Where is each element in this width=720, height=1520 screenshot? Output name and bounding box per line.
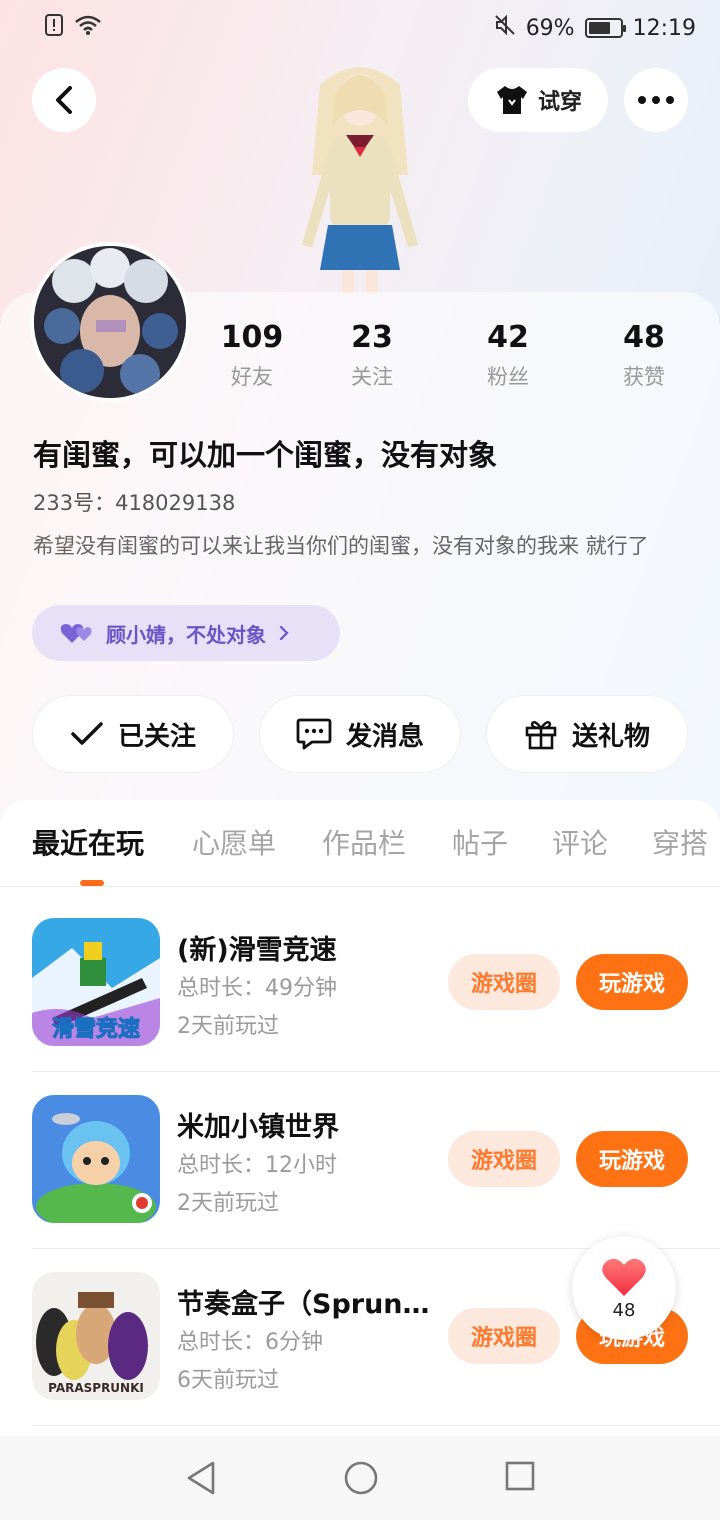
game-circle-button[interactable]: 游戏圈: [448, 1308, 560, 1364]
profile-name: 有闺蜜，可以加一个闺蜜，没有对象: [33, 438, 498, 472]
tab-posts[interactable]: 帖子: [452, 822, 508, 862]
wifi-icon: [74, 14, 102, 42]
game-title: 米加小镇世界: [177, 1112, 339, 1143]
game-title: (新)滑雪竞速: [177, 935, 337, 966]
chevron-right-icon: [279, 625, 289, 641]
status-bar: 69% 12:19: [0, 0, 720, 56]
like-fab[interactable]: 48: [572, 1236, 676, 1340]
follow-label: 已关注: [117, 721, 196, 752]
triangle-back-icon: [187, 1461, 215, 1495]
square-recents-icon: [505, 1461, 535, 1491]
stat-friends[interactable]: 109 好友: [202, 320, 302, 391]
battery-percent: 69%: [525, 15, 575, 41]
stat-value: 48: [623, 320, 665, 355]
tab-works[interactable]: 作品栏: [322, 822, 406, 862]
game-title: 节奏盒子（Sprunki...: [177, 1289, 435, 1320]
relationship-tag-label: 顾小婧，不处对象: [106, 622, 266, 647]
stat-value: 109: [220, 320, 284, 355]
stat-fans[interactable]: 42 粉丝: [458, 320, 558, 391]
game-duration: 总时长：49分钟: [177, 976, 337, 1001]
game-circle-button[interactable]: 游戏圈: [448, 954, 560, 1010]
stat-likes[interactable]: 48 获赞: [594, 320, 694, 391]
message-button[interactable]: 发消息: [259, 695, 461, 773]
stat-label: 关注: [351, 365, 393, 389]
tab-wishlist[interactable]: 心愿单: [192, 822, 276, 862]
game-icon-sprunki: PARASPRUNKI: [32, 1272, 160, 1400]
tab-comments[interactable]: 评论: [552, 822, 608, 862]
circle-home-icon: [344, 1461, 378, 1495]
like-count: 48: [612, 1299, 636, 1321]
play-game-button[interactable]: 玩游戏: [576, 954, 688, 1010]
relationship-tag[interactable]: 顾小婧，不处对象: [32, 605, 340, 661]
more-dots-icon: [638, 96, 674, 104]
more-button[interactable]: [624, 68, 688, 132]
mute-icon: [494, 14, 516, 42]
tab-bar: 最近在玩 心愿单 作品栏 帖子 评论 穿搭: [0, 822, 720, 886]
try-on-label: 试穿: [537, 90, 582, 115]
list-item[interactable]: 滑雪竞速 (新)滑雪竞速 总时长：49分钟 2天前玩过 游戏圈 玩游戏: [32, 918, 720, 1095]
stat-value: 23: [351, 320, 393, 355]
nav-home-button[interactable]: [343, 1460, 379, 1500]
divider: [32, 1425, 720, 1426]
avatar-character-image: [280, 55, 440, 295]
gift-icon: [525, 721, 557, 750]
game-duration: 总时长：12小时: [177, 1153, 337, 1178]
game-last-played: 2天前玩过: [177, 1191, 279, 1216]
hearts-icon: [60, 624, 92, 643]
follow-button[interactable]: 已关注: [32, 695, 234, 773]
game-icon-text: 滑雪竞速: [52, 1016, 140, 1042]
stat-label: 粉丝: [487, 365, 529, 389]
tab-recent[interactable]: 最近在玩: [32, 822, 144, 862]
heart-icon: [602, 1258, 646, 1296]
avatar[interactable]: [30, 242, 190, 402]
game-circle-button[interactable]: 游戏圈: [448, 1131, 560, 1187]
stat-value: 42: [487, 320, 529, 355]
game-icon-ski: 滑雪竞速: [32, 918, 160, 1046]
gift-label: 送礼物: [571, 721, 650, 752]
divider: [0, 886, 720, 887]
tab-outfits[interactable]: 穿搭: [652, 822, 708, 862]
back-button[interactable]: [32, 68, 96, 132]
game-icon-text: PARASPRUNKI: [48, 1381, 144, 1395]
game-duration: 总时长：6分钟: [177, 1330, 323, 1355]
stat-following[interactable]: 23 关注: [322, 320, 422, 391]
shirt-icon: [496, 86, 527, 114]
chat-bubble-icon: [296, 718, 332, 750]
divider: [32, 1071, 720, 1072]
game-last-played: 2天前玩过: [177, 1014, 279, 1039]
nav-back-button[interactable]: [185, 1460, 217, 1500]
play-game-button[interactable]: 玩游戏: [576, 1131, 688, 1187]
alert-icon: [44, 14, 64, 42]
battery-icon: [584, 18, 626, 38]
nav-recents-button[interactable]: [504, 1460, 536, 1496]
check-icon: [71, 722, 103, 745]
clock: 12:19: [632, 15, 696, 41]
try-on-button[interactable]: 试穿: [468, 68, 608, 132]
stat-label: 获赞: [623, 365, 665, 389]
system-nav-bar: [0, 1436, 720, 1520]
profile-bio: 希望没有闺蜜的可以来让我当你们的闺蜜，没有对象的我来 就行了: [33, 534, 649, 558]
message-label: 发消息: [345, 721, 424, 752]
game-icon-miga: [32, 1095, 160, 1223]
stat-label: 好友: [231, 365, 273, 389]
chevron-left-icon: [56, 86, 72, 114]
gift-button[interactable]: 送礼物: [486, 695, 688, 773]
profile-uid: 233号：418029138: [33, 491, 236, 515]
game-last-played: 6天前玩过: [177, 1368, 279, 1393]
